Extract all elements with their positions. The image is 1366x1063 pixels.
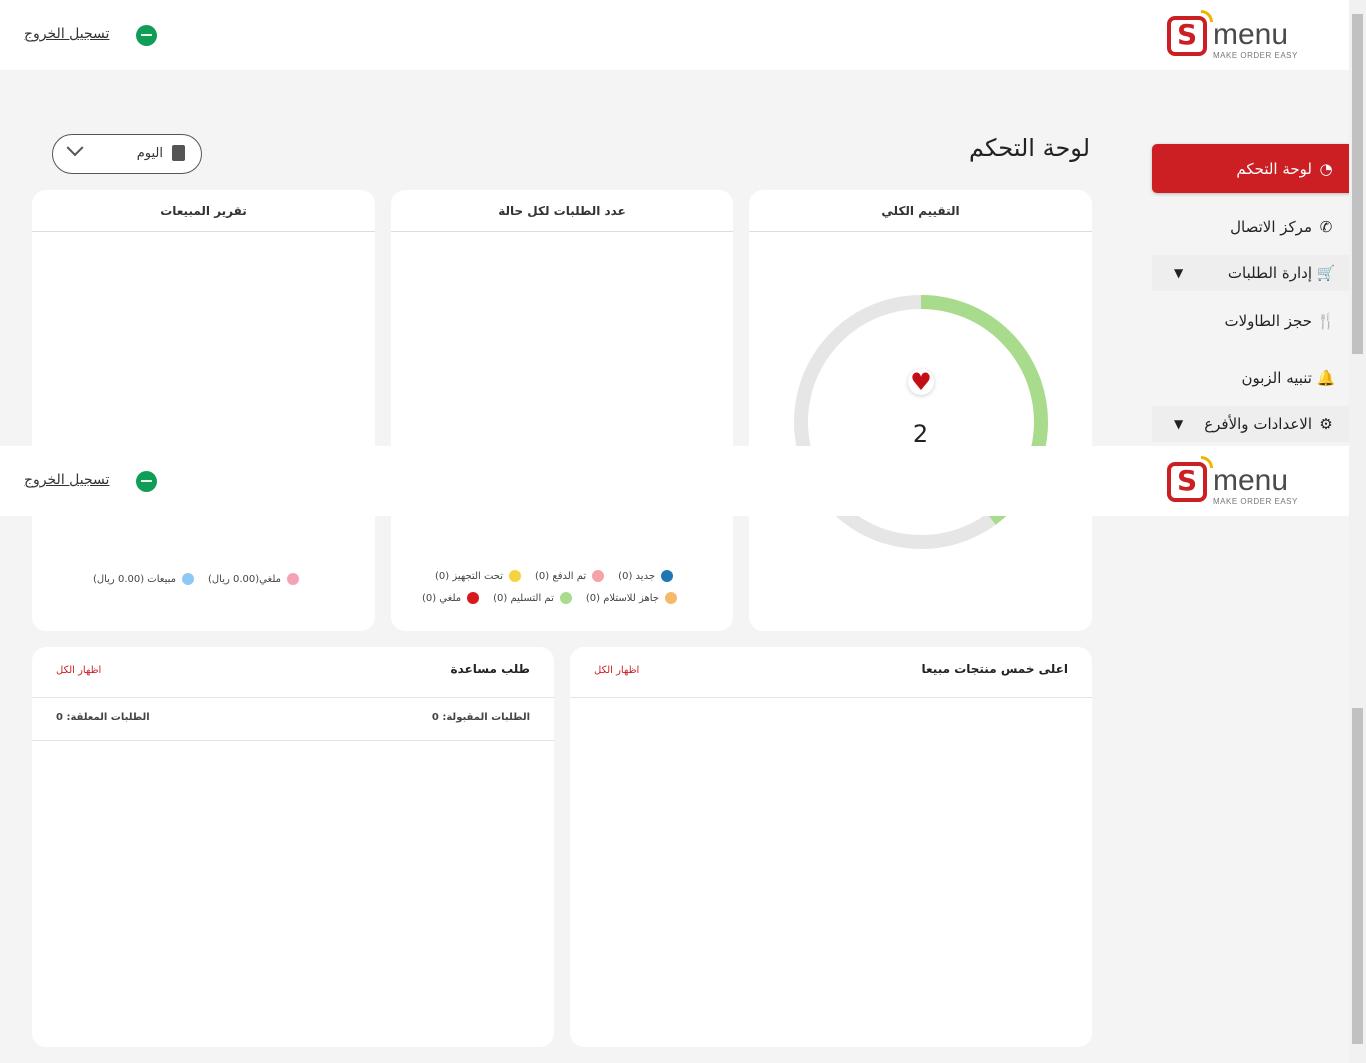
legend-item-ready: جاهز للاستلام (0) — [586, 592, 677, 604]
legend-item-sales: مبيعات (0.00 ريال) — [93, 573, 194, 585]
card-divider — [32, 697, 554, 698]
date-filter-select[interactable]: اليوم — [52, 134, 202, 174]
bell-icon: 🔔 — [1316, 369, 1336, 387]
legend-item-cancelled: ملغي (0) — [422, 592, 480, 604]
scrollbar-thumb[interactable] — [1352, 708, 1363, 1044]
sidebar-item-label: إدارة الطلبات — [1227, 264, 1312, 282]
legend-item-cancelled-sales: ملغي(0.00 ريال) — [208, 573, 299, 585]
legend-dot — [509, 570, 522, 582]
language-flag-icon[interactable] — [136, 471, 157, 492]
logout-link[interactable]: تسجيل الخروج — [24, 26, 109, 42]
show-all-link[interactable]: اظهار الكل — [594, 665, 639, 676]
date-filter-value: اليوم — [136, 146, 163, 161]
legend-dot — [559, 592, 572, 604]
card-divider — [391, 231, 733, 232]
order-status-card: عدد الطلبات لكل حالة جديد (0) تم الدفع (… — [391, 190, 733, 631]
sidebar-item-settings[interactable]: ⚙ الاعدادات والأفرع ▼ — [1152, 406, 1354, 442]
logo-wordmark: menu — [1213, 18, 1289, 51]
sidebar-item-call-center[interactable]: ✆ مركز الاتصال — [1152, 203, 1354, 251]
legend-item-preparing: تحت التجهيز (0) — [435, 570, 522, 582]
page-scrollbar[interactable] — [1349, 0, 1366, 1063]
utensils-icon: 🍴 — [1316, 312, 1336, 330]
card-title: طلب مساعدة — [450, 662, 530, 676]
sales-report-card: تقرير المبيعات ملغي(0.00 ريال) مبيعات (0… — [32, 190, 375, 631]
chevron-down-icon — [66, 139, 84, 157]
rating-value: 2 — [912, 420, 929, 448]
legend-dot — [467, 592, 480, 604]
show-all-link[interactable]: اظهار الكل — [56, 665, 101, 676]
card-title: اعلى خمس منتجات مبيعا — [921, 662, 1068, 676]
wifi-icon — [1201, 10, 1213, 22]
legend-dot — [592, 570, 605, 582]
legend-dot — [665, 592, 677, 604]
legend-item-new: جديد (0) — [618, 570, 673, 582]
card-divider — [749, 231, 1092, 232]
pending-requests-count: الطلبات المعلقة: 0 — [56, 712, 150, 723]
legend-dot — [181, 573, 194, 585]
sticky-header: S menu MAKE ORDER EASY تسجيل الخروج — [0, 446, 1349, 516]
sidebar-item-label: لوحة التحكم — [1236, 159, 1312, 178]
gear-icon: ⚙ — [1319, 415, 1333, 433]
card-divider — [32, 740, 554, 741]
card-title: عدد الطلبات لكل حالة — [498, 204, 626, 218]
top-products-card: اعلى خمس منتجات مبيعا اظهار الكل — [570, 647, 1092, 1047]
sidebar-item-label: حجز الطاولات — [1224, 312, 1312, 330]
language-flag-icon[interactable] — [136, 25, 157, 46]
brand-logo[interactable]: S menu MAKE ORDER EASY — [1167, 456, 1299, 508]
calendar-icon — [172, 145, 185, 161]
help-requests-card: طلب مساعدة اظهار الكل الطلبات المقبولة: … — [32, 647, 554, 1047]
sidebar-item-dashboard[interactable]: ◔ لوحة التحكم — [1152, 144, 1354, 193]
logo-tagline: MAKE ORDER EASY — [1213, 497, 1298, 506]
rating-card: التقييم الكلي ♥ 2 — [749, 190, 1092, 631]
sidebar-item-customer-alert[interactable]: 🔔 تنبيه الزبون — [1152, 354, 1354, 402]
legend-dot — [661, 570, 673, 582]
scrollbar-thumb[interactable] — [1352, 14, 1363, 354]
sidebar-item-label: الاعدادات والأفرع — [1204, 415, 1312, 433]
accepted-requests-count: الطلبات المقبولة: 0 — [431, 712, 530, 723]
card-divider — [570, 697, 1092, 698]
heart-icon: ♥ — [908, 369, 934, 395]
phone-icon: ✆ — [1319, 218, 1333, 236]
logo-s-letter: S — [1177, 18, 1198, 51]
sales-legend: ملغي(0.00 ريال) مبيعات (0.00 ريال) — [93, 573, 299, 585]
legend-item-delivered: تم التسليم (0) — [493, 592, 572, 604]
wifi-icon — [1201, 456, 1213, 468]
pie-chart-icon: ◔ — [1319, 159, 1333, 178]
top-header: S menu MAKE ORDER EASY تسجيل الخروج — [0, 0, 1349, 70]
logo-s-letter: S — [1177, 464, 1198, 497]
sidebar-item-label: تنبيه الزبون — [1241, 369, 1312, 387]
logo-wordmark: menu — [1213, 464, 1289, 497]
card-title: تقرير المبيعات — [160, 204, 247, 218]
legend-dot — [287, 573, 299, 585]
caret-down-icon: ▼ — [1174, 266, 1184, 280]
card-divider — [32, 231, 375, 232]
page-title: لوحة التحكم — [969, 134, 1090, 162]
legend-item-paid: تم الدفع (0) — [535, 570, 605, 582]
logout-link[interactable]: تسجيل الخروج — [24, 472, 109, 488]
sidebar-item-table-booking[interactable]: 🍴 حجز الطاولات — [1152, 297, 1354, 345]
sidebar-item-orders[interactable]: 🛒 إدارة الطلبات ▼ — [1152, 255, 1354, 291]
status-legend-row-1: جديد (0) تم الدفع (0) تحت التجهيز (0) — [435, 570, 673, 582]
sidebar-item-label: مركز الاتصال — [1230, 218, 1312, 236]
cart-icon: 🛒 — [1316, 264, 1336, 282]
logo-tagline: MAKE ORDER EASY — [1213, 51, 1298, 60]
brand-logo[interactable]: S menu MAKE ORDER EASY — [1167, 10, 1299, 62]
status-legend-row-2: جاهز للاستلام (0) تم التسليم (0) ملغي (0… — [422, 592, 677, 604]
caret-down-icon: ▼ — [1174, 417, 1184, 431]
card-title: التقييم الكلي — [881, 204, 960, 218]
